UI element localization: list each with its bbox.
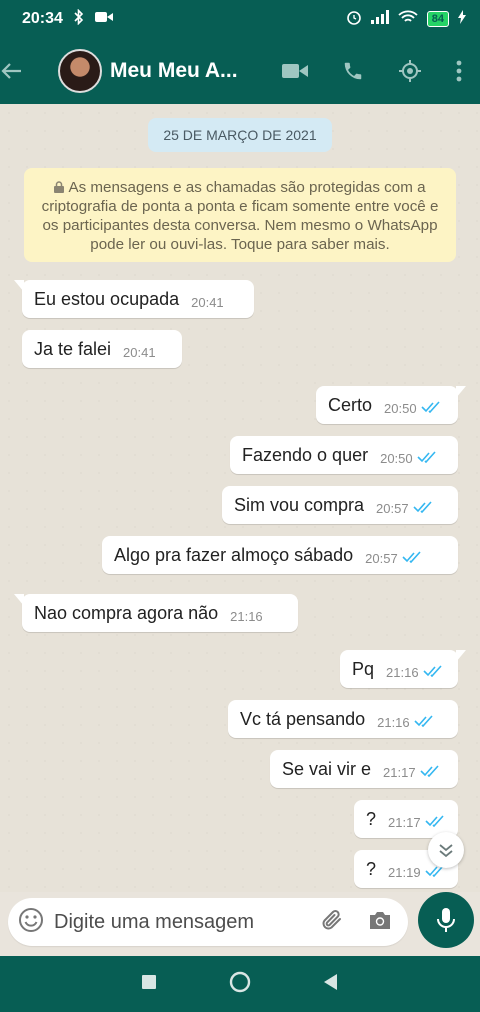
message-time: 21:16	[377, 714, 410, 730]
alarm-icon	[346, 9, 362, 30]
emoji-button[interactable]	[18, 907, 44, 938]
attach-button[interactable]	[320, 908, 344, 937]
wifi-icon	[398, 10, 418, 29]
charging-icon	[458, 9, 466, 29]
emoji-icon	[19, 907, 43, 932]
recent-apps-button[interactable]	[141, 974, 157, 995]
back-nav-button[interactable]	[323, 973, 339, 996]
message-bubble[interactable]: Sim vou compra 20:57	[222, 486, 458, 524]
message-time: 21:16	[230, 608, 263, 624]
square-icon	[142, 974, 156, 989]
camera-button[interactable]	[368, 909, 392, 936]
message-bubble[interactable]: Se vai vir e 21:17	[270, 750, 458, 788]
more-options-button[interactable]	[456, 60, 462, 82]
message-time: 20:57	[365, 550, 398, 566]
double-check-icon	[414, 715, 434, 727]
encryption-notice-text: As mensagens e as chamadas são protegida…	[41, 179, 439, 253]
message-bubble[interactable]: Eu estou ocupada 20:41	[14, 280, 254, 318]
double-check-icon	[420, 401, 441, 413]
home-button[interactable]	[229, 971, 251, 998]
video-call-icon	[282, 64, 308, 78]
message-time: 20:50	[380, 450, 413, 466]
triangle-left-icon	[324, 973, 337, 990]
status-time: 20:34	[22, 10, 63, 27]
message-bubble[interactable]: Ja te falei 20:41	[22, 330, 182, 368]
message-time: 21:17	[383, 764, 416, 780]
lock-icon	[54, 181, 65, 193]
message-time: 20:57	[376, 500, 409, 516]
microphone-icon	[437, 908, 455, 932]
signal-icon	[370, 9, 389, 29]
message-text: Fazendo o quer	[242, 444, 369, 465]
contact-avatar[interactable]	[58, 49, 102, 93]
message-bubble[interactable]: Certo 20:50	[316, 386, 466, 424]
paperclip-icon	[322, 909, 341, 929]
date-chip: 25 DE MARÇO DE 2021	[148, 118, 332, 152]
double-check-icon	[402, 551, 422, 563]
double-check-icon	[424, 815, 445, 827]
message-text: ?	[366, 808, 377, 829]
location-button[interactable]	[398, 59, 422, 83]
message-bubble[interactable]: Nao compra agora não 21:16	[14, 594, 298, 632]
message-text: Eu estou ocupada	[34, 288, 180, 309]
message-text: Pq	[352, 658, 375, 679]
video-call-button[interactable]	[282, 62, 308, 80]
message-text: Algo pra fazer almoço sábado	[114, 544, 354, 565]
kebab-menu-icon	[456, 60, 462, 82]
message-text: Nao compra agora não	[34, 602, 219, 623]
message-bubble[interactable]: Fazendo o quer 20:50	[230, 436, 458, 474]
camera-icon	[370, 911, 390, 929]
message-time: 20:41	[123, 344, 156, 360]
message-time: 21:16	[386, 664, 419, 680]
phone-icon	[344, 62, 362, 80]
message-bubble[interactable]: Algo pra fazer almoço sábado 20:57	[102, 536, 458, 574]
chat-area[interactable]: 25 DE MARÇO DE 2021 As mensagens e as ch…	[0, 104, 480, 892]
message-text: ?	[366, 858, 377, 879]
video-camera-icon	[94, 10, 113, 28]
contact-name[interactable]: Meu Meu A...	[110, 59, 260, 83]
back-button[interactable]	[0, 62, 54, 80]
message-text: Se vai vir e	[282, 758, 372, 779]
bluetooth-icon	[73, 8, 85, 30]
message-input[interactable]: Digite uma mensagem	[8, 898, 408, 946]
double-check-icon	[417, 451, 437, 463]
double-check-icon	[413, 501, 433, 513]
message-time: 21:19	[388, 864, 421, 880]
voice-message-button[interactable]	[418, 892, 474, 948]
battery-indicator: 84	[426, 11, 449, 27]
target-icon	[399, 60, 421, 82]
encryption-notice[interactable]: As mensagens e as chamadas são protegida…	[24, 168, 456, 262]
chat-header: Meu Meu A...	[0, 38, 480, 104]
double-check-icon	[423, 665, 443, 677]
message-text: Ja te falei	[34, 338, 112, 359]
circle-icon	[229, 971, 251, 992]
message-text: Sim vou compra	[234, 494, 365, 515]
composer-bar: Digite uma mensagem	[0, 892, 480, 956]
message-text: Vc tá pensando	[240, 708, 366, 729]
message-bubble[interactable]: Vc tá pensando 21:16	[228, 700, 458, 738]
system-navigation-bar	[0, 956, 480, 1012]
message-time: 21:17	[388, 814, 421, 830]
voice-call-button[interactable]	[342, 60, 364, 82]
double-check-icon	[420, 765, 440, 777]
status-bar: 20:34 84	[0, 0, 480, 38]
message-text: Certo	[328, 394, 373, 415]
arrow-left-icon	[1, 63, 21, 79]
message-time: 20:50	[384, 400, 417, 416]
message-input-placeholder: Digite uma mensagem	[54, 910, 255, 933]
scroll-to-bottom-button[interactable]	[428, 832, 464, 868]
message-bubble[interactable]: Pq 21:16	[340, 650, 466, 688]
message-time: 20:41	[191, 294, 224, 310]
double-chevron-down-icon	[439, 844, 453, 858]
